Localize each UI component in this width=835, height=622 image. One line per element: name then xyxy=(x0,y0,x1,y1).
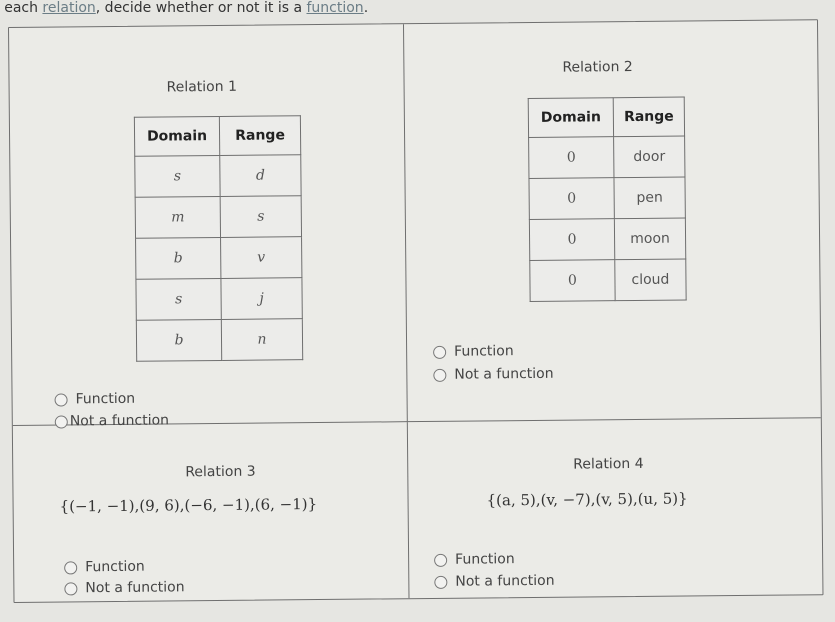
range-header: Range xyxy=(219,115,301,156)
domain-cell: b xyxy=(136,319,222,362)
range-cell: moon xyxy=(614,218,686,260)
range-cell: j xyxy=(220,277,303,320)
table-row: 0 moon xyxy=(529,218,686,261)
range-cell: pen xyxy=(613,177,686,219)
instructions-prefix: r each xyxy=(0,0,38,16)
option-label: Not a function xyxy=(85,579,185,597)
option-label: Not a function xyxy=(454,365,554,383)
relation-4-not-function-option[interactable]: Not a function xyxy=(434,572,555,590)
range-cell: s xyxy=(220,195,302,238)
table-row: 0 door xyxy=(528,136,685,179)
domain-header: Domain xyxy=(528,97,614,138)
relation-1-table: Domain Range sd ms bv sj bn xyxy=(133,115,304,362)
table-row: 0 cloud xyxy=(529,259,687,302)
domain-cell: m xyxy=(135,196,221,239)
domain-cell: 0 xyxy=(529,218,615,261)
relation-4-title: Relation 4 xyxy=(573,455,644,473)
table-row: ms xyxy=(135,195,302,239)
relation-2-not-function-option[interactable]: Not a function xyxy=(433,365,554,383)
domain-cell: b xyxy=(135,237,221,280)
option-label: Function xyxy=(85,558,145,576)
option-label: Function xyxy=(454,343,514,360)
domain-header: Domain xyxy=(134,116,220,157)
table-header-row: Domain Range xyxy=(134,115,301,157)
relation-2-cell: Relation 2 Domain Range 0 door 0 pen 0 moon… xyxy=(403,20,821,423)
relation-4-function-option[interactable]: Function xyxy=(434,551,515,568)
relation-2-function-option[interactable]: Function xyxy=(433,343,514,360)
relation-2-title: Relation 2 xyxy=(562,59,633,76)
relations-grid: Relation 1 Domain Range sd ms bv sj bn F… xyxy=(8,19,824,603)
option-label: Not a function xyxy=(455,572,555,590)
range-header: Range xyxy=(613,97,685,137)
instructions-middle: , decide whether or not it is a xyxy=(95,0,307,16)
relation-1-function-option[interactable]: Function xyxy=(54,390,136,408)
relation-3-not-function-option[interactable]: Not a function xyxy=(64,579,185,597)
relation-3-function-option[interactable]: Function xyxy=(64,559,145,576)
option-label: Function xyxy=(75,390,136,408)
relation-4-set: {(a, 5),(v, −7),(v, 5),(u, 5)} xyxy=(486,489,688,510)
table-row: 0 pen xyxy=(528,177,686,220)
relation-4-cell: Relation 4 {(a, 5),(v, −7),(v, 5),(u, 5)… xyxy=(408,418,823,598)
domain-cell: s xyxy=(134,155,221,198)
range-cell: cloud xyxy=(614,259,687,301)
relation-2-table: Domain Range 0 door 0 pen 0 moon 0 cloud xyxy=(527,96,687,303)
function-link[interactable]: function xyxy=(306,0,363,16)
table-row: bv xyxy=(135,236,302,280)
radio-button[interactable] xyxy=(434,575,448,589)
relation-1-title: Relation 1 xyxy=(166,78,238,96)
radio-button[interactable] xyxy=(54,392,68,407)
radio-button[interactable] xyxy=(433,368,447,382)
instructions-suffix: . xyxy=(363,0,369,16)
option-label: Function xyxy=(455,551,515,568)
table-row: sj xyxy=(135,277,303,321)
domain-cell: 0 xyxy=(528,136,614,179)
table-header-row: Domain Range xyxy=(528,97,685,138)
relation-3-title: Relation 3 xyxy=(185,463,256,481)
relation-link[interactable]: relation xyxy=(42,0,95,16)
table-row: bn xyxy=(136,318,303,362)
range-cell: n xyxy=(221,318,303,361)
radio-button[interactable] xyxy=(434,553,448,567)
range-cell: door xyxy=(613,136,685,178)
radio-button[interactable] xyxy=(64,581,78,595)
domain-cell: 0 xyxy=(528,177,615,220)
instructions: r each relation, decide whether or not i… xyxy=(0,0,368,16)
relation-1-cell: Relation 1 Domain Range sd ms bv sj bn F… xyxy=(9,24,408,429)
domain-cell: s xyxy=(135,278,222,321)
range-cell: d xyxy=(219,154,302,197)
table-row: sd xyxy=(134,154,302,198)
range-cell: v xyxy=(220,236,302,279)
radio-button[interactable] xyxy=(433,345,447,359)
radio-button[interactable] xyxy=(64,560,78,574)
relation-3-cell: Relation 3 {(−1, −1),(9, 6),(−6, −1),(6,… xyxy=(12,422,410,602)
domain-cell: 0 xyxy=(529,259,616,302)
relation-3-set: {(−1, −1),(9, 6),(−6, −1),(6, −1)} xyxy=(59,495,318,516)
